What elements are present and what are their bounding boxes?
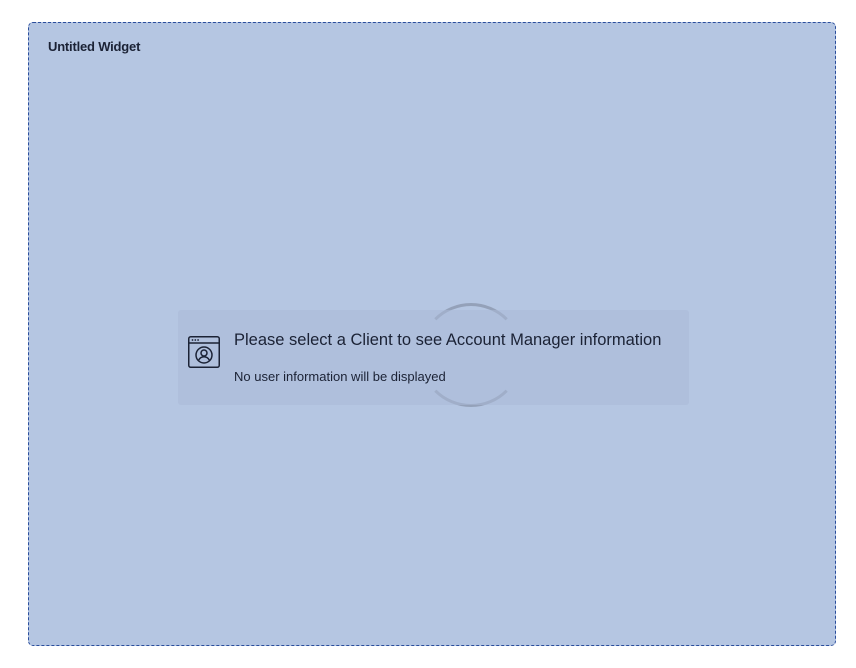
notice-subtitle: No user information will be displayed (234, 369, 446, 384)
widget-title: Untitled Widget (48, 39, 141, 54)
user-window-icon (188, 336, 220, 368)
notice-title: Please select a Client to see Account Ma… (234, 331, 662, 349)
empty-state-notice: Please select a Client to see Account Ma… (178, 310, 689, 405)
widget-container: Untitled Widget Please select a Client t… (28, 22, 836, 646)
